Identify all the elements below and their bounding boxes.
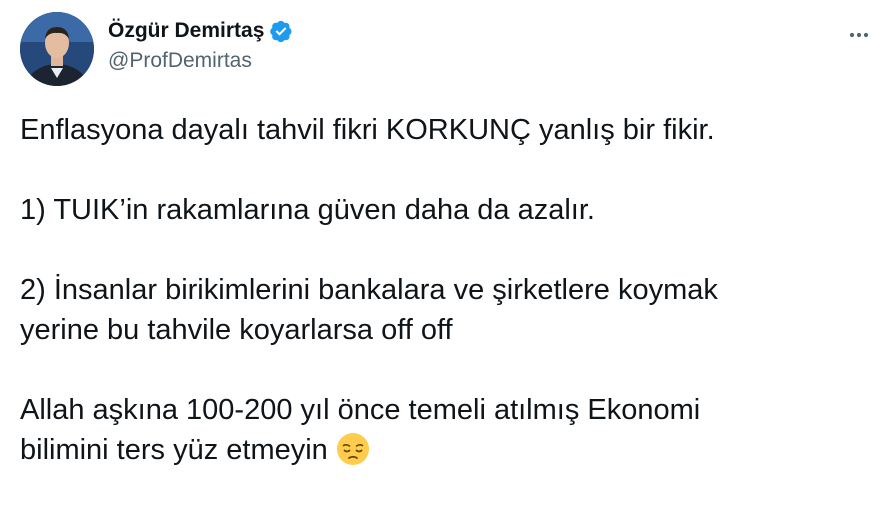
ellipsis-icon[interactable]	[846, 22, 872, 48]
tweet-header: Özgür Demirtaş @ProfDemirtas	[20, 12, 876, 88]
display-name-row: Özgür Demirtaş	[108, 18, 293, 44]
tweet-text: Enflasyona dayalı tahvil fikri KORKUNÇ y…	[20, 110, 880, 470]
tweet-paragraph: 1) TUIK’in rakamlarına güven daha da aza…	[20, 190, 880, 230]
tweet-line: 1) TUIK’in rakamlarına güven daha da aza…	[20, 194, 595, 226]
tweet-paragraph: 2) İnsanlar birikimlerini bankalara ve ş…	[20, 270, 880, 350]
tweet-line: Allah aşkına 100-200 yıl önce temeli atı…	[20, 394, 701, 426]
tweet-paragraph: Allah aşkına 100-200 yıl önce temeli atı…	[20, 390, 880, 470]
avatar[interactable]	[20, 12, 94, 86]
tweet-paragraph: Enflasyona dayalı tahvil fikri KORKUNÇ y…	[20, 110, 880, 150]
user-handle[interactable]: @ProfDemirtas	[108, 48, 293, 74]
profile-photo-icon	[20, 12, 94, 86]
display-name[interactable]: Özgür Demirtaş	[108, 18, 264, 44]
tweet-line: 2) İnsanlar birikimlerini bankalara ve ş…	[20, 274, 718, 306]
tweet-line-with-emoji: bilimini ters yüz etmeyin	[20, 430, 880, 470]
tweet-card: Özgür Demirtaş @ProfDemirtas Enflasyona …	[0, 0, 896, 510]
tweet-line: yerine bu tahvile koyarlarsa off off	[20, 314, 453, 346]
tweet-line: Enflasyona dayalı tahvil fikri KORKUNÇ y…	[20, 114, 715, 146]
verified-badge-icon	[269, 19, 293, 43]
tweet-line-text: bilimini ters yüz etmeyin	[20, 434, 328, 466]
author-names: Özgür Demirtaş @ProfDemirtas	[108, 18, 293, 74]
pensive-face-emoji-icon	[336, 432, 370, 466]
